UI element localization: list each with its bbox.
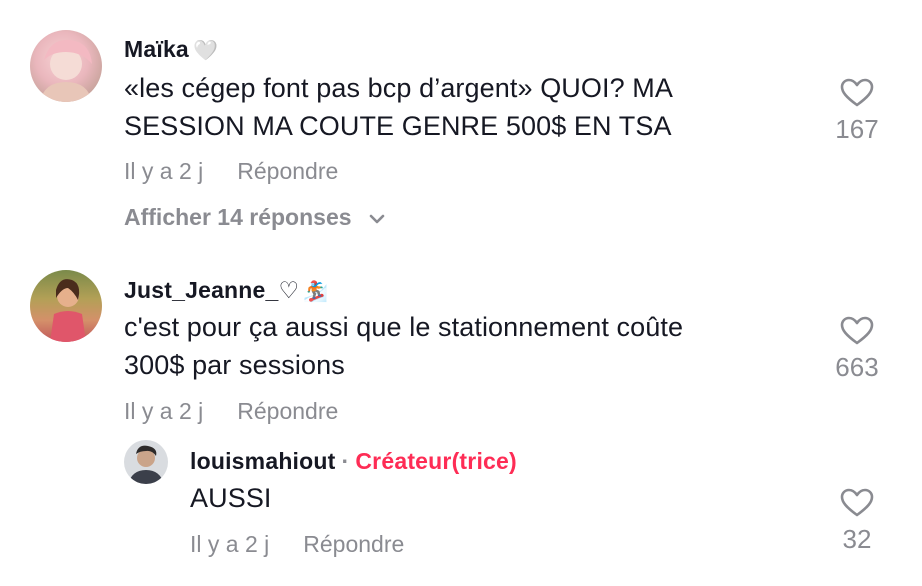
comment-time: Il y a 2 j [124,398,204,424]
comment-username[interactable]: Maïka 🤍 [124,36,218,63]
reply-meta: Il y a 2 j Répondre [190,531,404,558]
reply-username[interactable]: louismahiout · Créateur(trice) [190,448,517,475]
comments-panel: Maïka 🤍 «les cégep font pas bcp d’argent»… [0,0,922,586]
avatar[interactable] [30,270,102,342]
like-button[interactable]: 663 [817,316,897,383]
heart-outline-icon [840,78,874,107]
like-count: 663 [835,352,879,382]
reply-time: Il y a 2 j [190,531,270,557]
separator-dot: · [341,448,350,474]
username-text: Just_Jeanne_♡ [124,277,300,303]
reply-button[interactable]: Répondre [237,398,338,424]
creator-badge: Créateur(trice) [355,448,517,474]
heart-outline-icon [840,316,874,345]
comment-meta: Il y a 2 j Répondre [124,158,338,185]
chevron-down-icon [369,214,385,224]
like-button[interactable]: 167 [817,78,897,145]
view-replies-button[interactable]: Afficher 14 réponses [124,204,386,231]
reply-button[interactable]: Répondre [303,531,404,557]
avatar[interactable] [124,440,168,484]
comment-text: c'est pour ça aussi que le stationnement… [124,312,684,380]
username-text: Maïka [124,36,189,62]
reply-text: AUSSI [190,483,272,513]
like-count: 32 [842,524,872,554]
view-replies-label: Afficher 14 réponses [124,204,352,230]
like-count: 167 [835,114,879,144]
avatar[interactable] [30,30,102,102]
heart-outline-icon [840,488,874,517]
reply-button[interactable]: Répondre [237,158,338,184]
comment-meta: Il y a 2 j Répondre [124,398,338,425]
comment-text: «les cégep font pas bcp d’argent» QUOI? … [124,73,674,141]
like-button[interactable]: 32 [817,488,897,555]
comment-time: Il y a 2 j [124,158,204,184]
snowboarder-emoji: 🏂 [303,281,329,303]
white-heart-emoji: 🤍 [192,40,219,62]
username-text: louismahiout [190,448,336,474]
comment-username[interactable]: Just_Jeanne_♡ 🏂 [124,277,328,304]
